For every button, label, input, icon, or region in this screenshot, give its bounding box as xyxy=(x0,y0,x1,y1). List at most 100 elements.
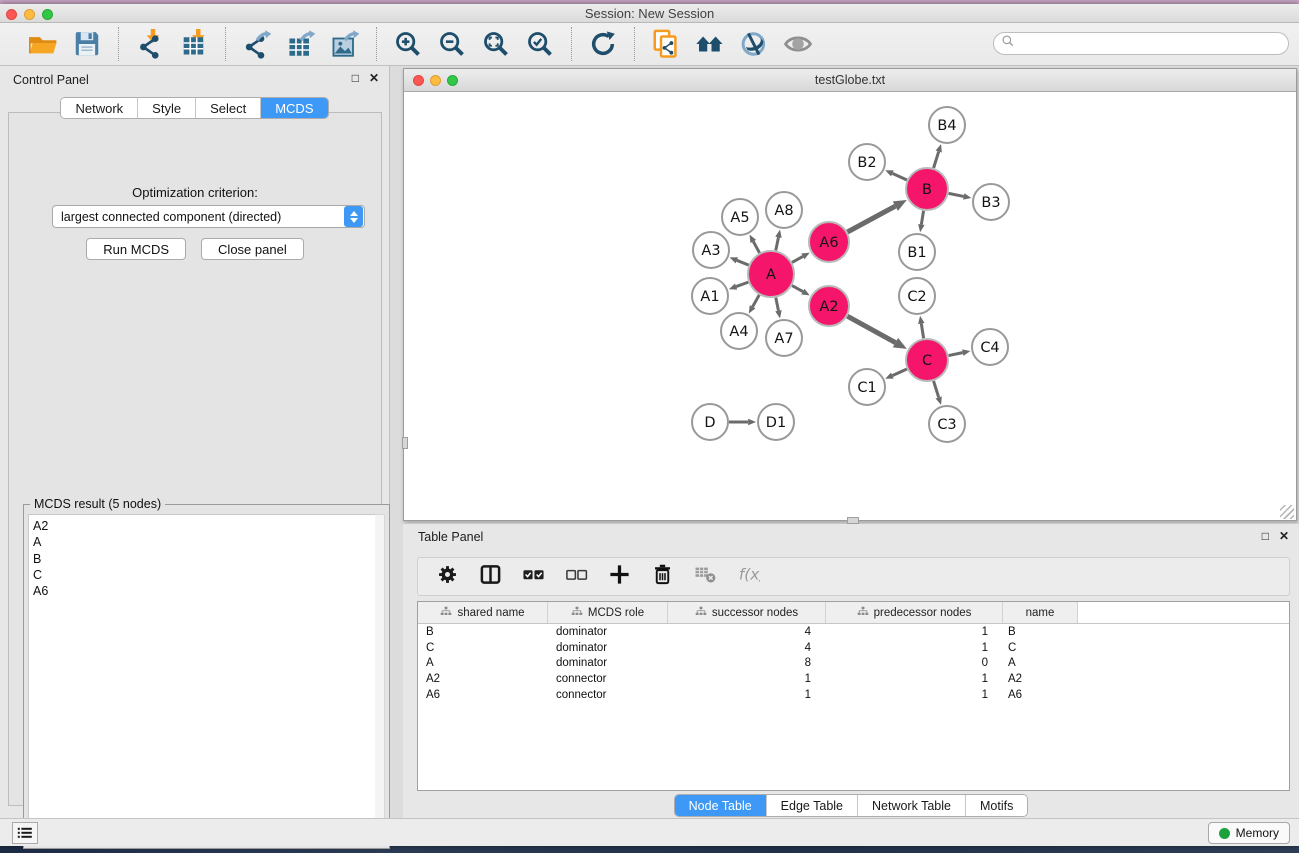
show-hide-button[interactable] xyxy=(781,27,815,61)
edge-A-A5[interactable] xyxy=(753,241,759,252)
table-cell[interactable]: A xyxy=(1003,657,1078,669)
graph-node-C1[interactable]: C1 xyxy=(849,369,885,405)
table-cell[interactable]: A2 xyxy=(418,673,548,685)
edge-C-C1[interactable] xyxy=(892,369,907,376)
graph-node-B[interactable]: B xyxy=(906,168,948,210)
export-image-button[interactable] xyxy=(328,27,362,61)
edge-B-B2[interactable] xyxy=(892,173,907,180)
tab-mcds[interactable]: MCDS xyxy=(261,98,327,118)
tab-style[interactable]: Style xyxy=(138,98,196,118)
table-cell[interactable]: 4 xyxy=(668,642,826,654)
table-cell[interactable]: 1 xyxy=(826,689,1003,701)
tab-edge-table[interactable]: Edge Table xyxy=(767,795,858,816)
float-panel-icon[interactable]: □ xyxy=(352,72,359,85)
graph-node-A[interactable]: A xyxy=(748,251,794,297)
table-cell[interactable]: connector xyxy=(548,673,668,685)
table-settings-button[interactable] xyxy=(434,564,460,590)
edge-C-C3[interactable] xyxy=(934,381,939,397)
result-scrollbar[interactable] xyxy=(375,514,385,844)
tab-motifs[interactable]: Motifs xyxy=(966,795,1027,816)
edge-C-C2[interactable] xyxy=(921,323,923,338)
graph-node-A5[interactable]: A5 xyxy=(722,199,758,235)
zoom-in-button[interactable] xyxy=(391,27,425,61)
edge-A2-C[interactable] xyxy=(847,316,895,342)
tab-select[interactable]: Select xyxy=(196,98,261,118)
window-edge-grip-bottom[interactable] xyxy=(847,517,859,524)
table-cell[interactable]: 1 xyxy=(826,626,1003,638)
close-panel-button[interactable]: Close panel xyxy=(201,238,304,260)
import-table-button[interactable] xyxy=(177,27,211,61)
graph-node-B2[interactable]: B2 xyxy=(849,144,885,180)
search-box[interactable] xyxy=(993,32,1289,55)
mcds-result-item[interactable]: B xyxy=(33,551,376,567)
unselect-all-columns-button[interactable] xyxy=(563,564,589,590)
table-cell[interactable]: dominator xyxy=(548,642,668,654)
export-table-button[interactable] xyxy=(284,27,318,61)
graph-node-A6[interactable]: A6 xyxy=(809,222,849,262)
task-history-button[interactable] xyxy=(12,822,38,844)
graph-node-B1[interactable]: B1 xyxy=(899,234,935,270)
mcds-result-item[interactable]: A6 xyxy=(33,583,376,599)
graph-node-D[interactable]: D xyxy=(692,404,728,440)
genemania-button[interactable] xyxy=(693,27,727,61)
table-cell[interactable]: 1 xyxy=(826,673,1003,685)
table-cell[interactable]: B xyxy=(418,626,548,638)
mcds-result-item[interactable]: C xyxy=(33,567,376,583)
mcds-result-item[interactable]: A2 xyxy=(33,518,376,534)
edge-A-A4[interactable] xyxy=(753,295,760,307)
graph-node-C4[interactable]: C4 xyxy=(972,329,1008,365)
column-header-successor-nodes[interactable]: successor nodes xyxy=(668,602,826,623)
column-header-name[interactable]: name xyxy=(1003,602,1078,623)
table-cell[interactable]: 1 xyxy=(826,642,1003,654)
export-network-button[interactable] xyxy=(240,27,274,61)
edge-A-A3[interactable] xyxy=(737,260,749,265)
graph-node-C2[interactable]: C2 xyxy=(899,278,935,314)
graph-node-C[interactable]: C xyxy=(906,339,948,381)
zoom-out-button[interactable] xyxy=(435,27,469,61)
zoom-fit-button[interactable] xyxy=(479,27,513,61)
table-row[interactable]: Adominator80A xyxy=(418,656,1289,672)
table-cell[interactable]: connector xyxy=(548,689,668,701)
vision-button[interactable] xyxy=(737,27,771,61)
column-header-MCDS-role[interactable]: MCDS role xyxy=(548,602,668,623)
edge-A-A1[interactable] xyxy=(736,282,748,286)
table-cell[interactable]: C xyxy=(1003,642,1078,654)
column-header-predecessor-nodes[interactable]: predecessor nodes xyxy=(826,602,1003,623)
table-cell[interactable]: A xyxy=(418,657,548,669)
table-cell[interactable]: 4 xyxy=(668,626,826,638)
memory-button[interactable]: Memory xyxy=(1208,822,1290,844)
graph-node-A8[interactable]: A8 xyxy=(766,192,802,228)
tab-network-table[interactable]: Network Table xyxy=(858,795,966,816)
tab-node-table[interactable]: Node Table xyxy=(675,795,767,816)
table-cell[interactable]: 0 xyxy=(826,657,1003,669)
table-cell[interactable]: 1 xyxy=(668,673,826,685)
select-all-columns-button[interactable] xyxy=(520,564,546,590)
resize-grip-icon[interactable] xyxy=(1280,505,1294,519)
table-cell[interactable]: A2 xyxy=(1003,673,1078,685)
graph-node-A3[interactable]: A3 xyxy=(693,232,729,268)
create-column-button[interactable] xyxy=(606,564,632,590)
open-session-button[interactable] xyxy=(26,27,60,61)
column-header-shared-name[interactable]: shared name xyxy=(418,602,548,623)
graph-node-C3[interactable]: C3 xyxy=(929,406,965,442)
graph-node-A4[interactable]: A4 xyxy=(721,313,757,349)
edge-A-A8[interactable] xyxy=(776,237,779,250)
graph-node-B4[interactable]: B4 xyxy=(929,107,965,143)
graph-node-B3[interactable]: B3 xyxy=(973,184,1009,220)
edge-A6-B[interactable] xyxy=(847,206,895,232)
mcds-result-list[interactable]: A2ABCA6 xyxy=(28,514,377,844)
ndex-button[interactable] xyxy=(649,27,683,61)
edge-A-A2[interactable] xyxy=(792,286,803,292)
table-cell[interactable]: A6 xyxy=(418,689,548,701)
float-table-panel-icon[interactable]: □ xyxy=(1262,530,1269,543)
column-view-button[interactable] xyxy=(477,564,503,590)
table-cell[interactable]: A6 xyxy=(1003,689,1078,701)
close-table-panel-icon[interactable]: ✕ xyxy=(1279,530,1289,543)
edge-A-A7[interactable] xyxy=(776,298,779,311)
table-cell[interactable]: C xyxy=(418,642,548,654)
mcds-result-item[interactable]: A xyxy=(33,534,376,550)
table-cell[interactable]: dominator xyxy=(548,657,668,669)
delete-column-button[interactable] xyxy=(649,564,675,590)
close-panel-icon[interactable]: ✕ xyxy=(369,72,379,85)
import-network-button[interactable] xyxy=(133,27,167,61)
